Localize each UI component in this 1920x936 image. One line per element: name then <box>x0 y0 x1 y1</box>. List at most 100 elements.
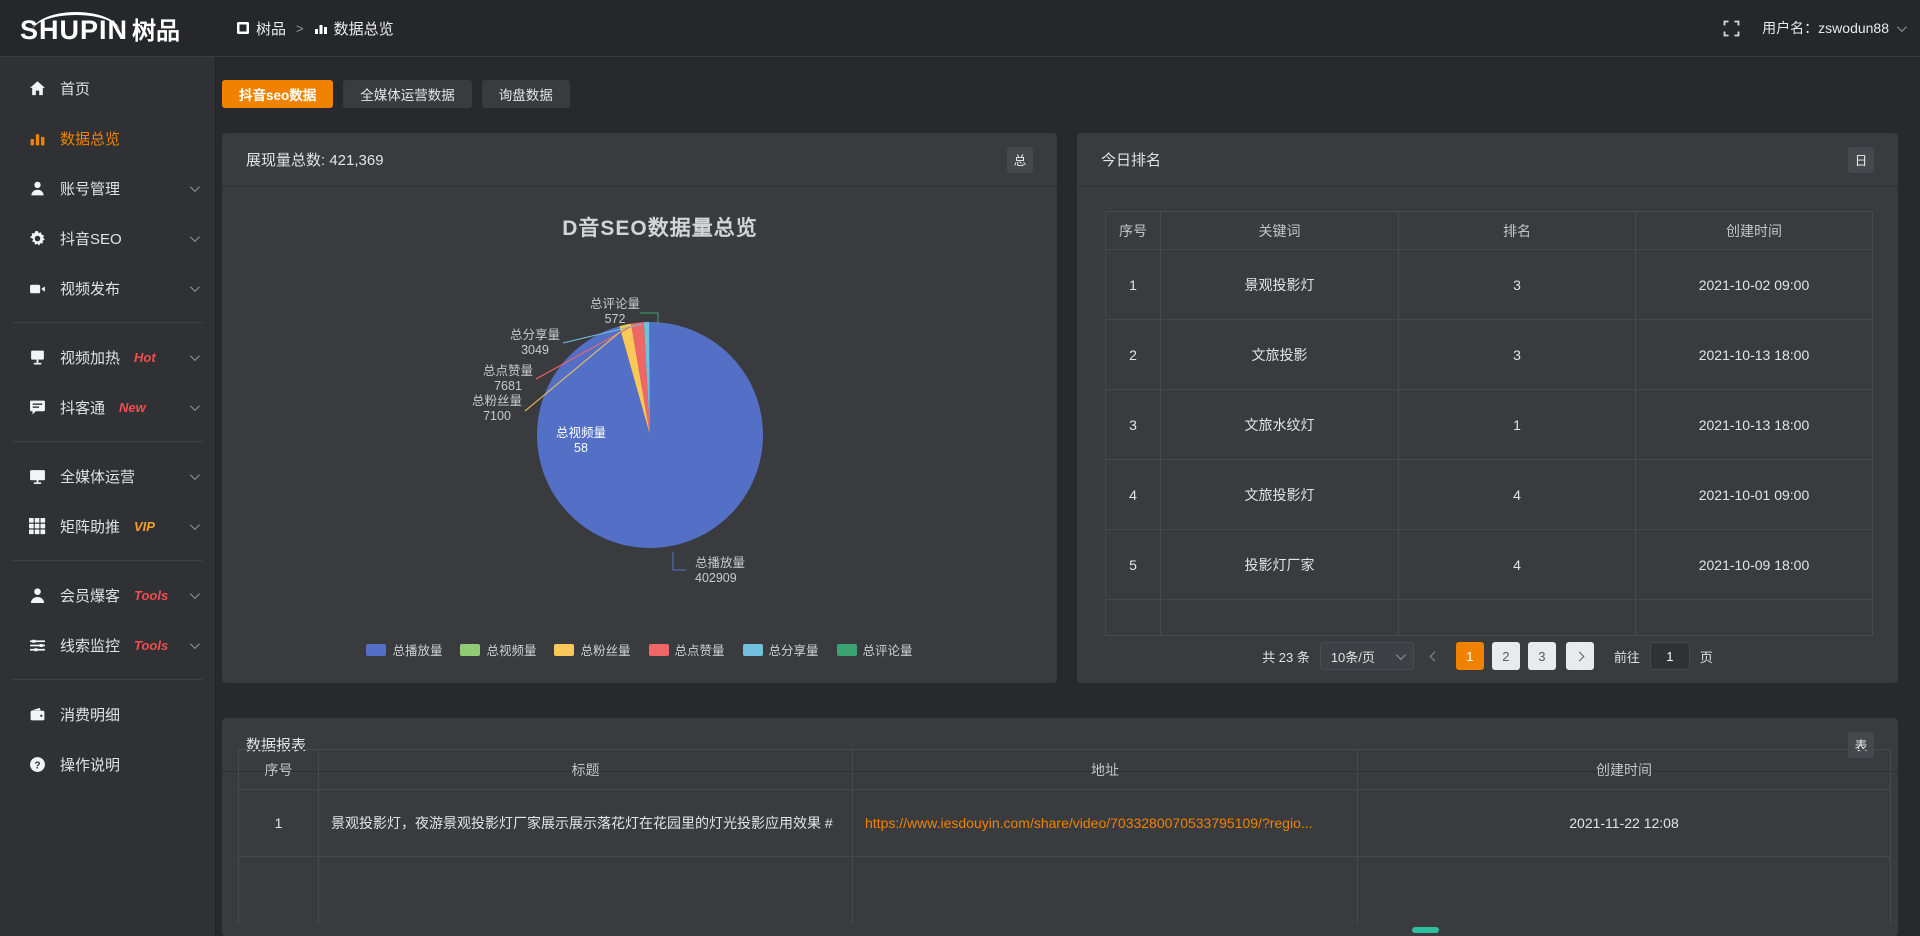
sidebar-item-tag: VIP <box>134 519 155 534</box>
rank-panel: 今日排名 日 序号关键词排名创建时间1景观投影灯32021-10-02 09:0… <box>1077 133 1898 683</box>
sidebar-item-11[interactable]: 消费明细 <box>0 689 215 739</box>
sidebar-item-3[interactable]: 抖音SEO <box>0 213 215 263</box>
legend-label: 总分享量 <box>769 640 819 659</box>
video-icon <box>28 279 46 297</box>
pie-label-videos: 总视频量58 <box>546 426 616 456</box>
person-icon <box>28 586 46 604</box>
sidebar-item-8[interactable]: 矩阵助推VIP <box>0 501 215 551</box>
sidebar-item-10[interactable]: 线索监控Tools <box>0 620 215 670</box>
table-cell: 5 <box>1106 530 1161 600</box>
row-link[interactable]: https://www.iesdouyin.com/share/video/70… <box>853 790 1358 857</box>
sidebar-item-5[interactable]: 视频加热Hot <box>0 332 215 382</box>
goto-page-input[interactable] <box>1650 642 1690 670</box>
sidebar-item-0[interactable]: 首页 <box>0 63 215 113</box>
username-dropdown[interactable]: 用户名：zswodun88 <box>1762 18 1904 38</box>
legend-item-5[interactable]: 总评论量 <box>837 640 913 659</box>
total-badge-button[interactable]: 总 <box>1007 147 1033 173</box>
sidebar-item-6[interactable]: 抖客通New <box>0 382 215 432</box>
table-row: 5投影灯厂家42021-10-09 18:00 <box>1106 530 1873 600</box>
app-root: SHUPIN 树品 树品 > 数据总览 用户名：zswodun88 首页数据 <box>0 0 1920 936</box>
legend-item-2[interactable]: 总粉丝量 <box>554 640 630 659</box>
page-button-3[interactable]: 3 <box>1528 642 1556 670</box>
legend-color-chip <box>366 644 386 656</box>
table-cell <box>853 857 1358 924</box>
sidebar-divider <box>12 441 203 442</box>
tab-2[interactable]: 询盘数据 <box>482 80 570 108</box>
table-cell: 2021-10-13 18:00 <box>1636 320 1873 390</box>
table-row: 2文旅投影32021-10-13 18:00 <box>1106 320 1873 390</box>
square-doc-icon <box>236 21 250 35</box>
sidebar-item-label: 视频发布 <box>60 278 120 299</box>
page-button-1[interactable]: 1 <box>1456 642 1484 670</box>
page-size-select[interactable]: 10条/页 <box>1320 642 1414 670</box>
question-icon: ? <box>28 755 46 773</box>
screen-icon <box>28 348 46 366</box>
pie-label-plays: 总播放量402909 <box>695 556 805 586</box>
table-cell: 1 <box>239 790 319 857</box>
column-header: 创建时间 <box>1358 750 1891 790</box>
tab-0[interactable]: 抖音seo数据 <box>222 80 333 108</box>
overview-panel-header: 展现量总数: 421,369 总 <box>222 133 1057 187</box>
impressions-total-label: 展现量总数: 421,369 <box>246 149 384 170</box>
monitor-icon <box>28 467 46 485</box>
table-header-row: 序号关键词排名创建时间 <box>1106 212 1873 250</box>
sidebar-item-tag: New <box>119 400 146 415</box>
pie-label-shares: 总分享量3049 <box>500 328 570 358</box>
table-cell: 2 <box>1106 320 1161 390</box>
table-cell: 4 <box>1106 460 1161 530</box>
tab-1[interactable]: 全媒体运营数据 <box>343 80 472 108</box>
prev-page-button[interactable] <box>1424 642 1446 670</box>
table-cell: 2021-10-02 09:00 <box>1636 250 1873 320</box>
legend-label: 总点赞量 <box>675 640 725 659</box>
sidebar-item-12[interactable]: ? 操作说明 <box>0 739 215 789</box>
pagination: 共 23 条 10条/页 123 前往 页 <box>1077 641 1898 671</box>
day-badge-button[interactable]: 日 <box>1848 147 1874 173</box>
table-cell: 1 <box>1106 250 1161 320</box>
table-cell: 3 <box>1399 320 1636 390</box>
user-area: 用户名：zswodun88 <box>1723 18 1904 38</box>
sidebar-item-label: 全媒体运营 <box>60 466 135 487</box>
pie-chart[interactable] <box>222 188 1057 683</box>
column-header: 序号 <box>1106 212 1161 250</box>
fullscreen-icon[interactable] <box>1723 20 1740 37</box>
sidebar-item-4[interactable]: 视频发布 <box>0 263 215 313</box>
sidebar-divider <box>12 679 203 680</box>
sidebar-item-2[interactable]: 账号管理 <box>0 163 215 213</box>
svg-text:?: ? <box>34 760 40 771</box>
table-cell: 文旅投影灯 <box>1161 460 1399 530</box>
legend-color-chip <box>554 644 574 656</box>
scrollbar-thumb[interactable] <box>1412 927 1439 933</box>
goto-unit: 页 <box>1700 647 1713 666</box>
legend-color-chip <box>460 644 480 656</box>
sidebar-item-label: 线索监控 <box>60 635 120 656</box>
sidebar-item-label: 账号管理 <box>60 178 120 199</box>
sidebar-item-1[interactable]: 数据总览 <box>0 113 215 163</box>
breadcrumb-root[interactable]: 树品 <box>236 18 286 39</box>
table-cell: 4 <box>1399 460 1636 530</box>
main-content: 抖音seo数据全媒体运营数据询盘数据 展现量总数: 421,369 总 D音SE… <box>216 57 1920 936</box>
sidebar-item-label: 操作说明 <box>60 754 120 775</box>
report-table: 序号标题地址创建时间1景观投影灯，夜游景观投影灯厂家展示展示落花灯在花园里的灯光… <box>238 749 1891 924</box>
empty-table-row <box>239 857 1891 924</box>
table-cell: 投影灯厂家 <box>1161 530 1399 600</box>
sidebar-item-7[interactable]: 全媒体运营 <box>0 451 215 501</box>
table-cell: 2021-10-09 18:00 <box>1636 530 1873 600</box>
page-button-2[interactable]: 2 <box>1492 642 1520 670</box>
breadcrumb-current[interactable]: 数据总览 <box>314 18 394 39</box>
next-page-button[interactable] <box>1566 642 1594 670</box>
sidebar-item-label: 视频加热 <box>60 347 120 368</box>
table-cell <box>1636 600 1873 636</box>
legend-label: 总播放量 <box>392 640 442 659</box>
legend-item-0[interactable]: 总播放量 <box>366 640 442 659</box>
legend-item-1[interactable]: 总视频量 <box>460 640 536 659</box>
table-cell: 文旅水纹灯 <box>1161 390 1399 460</box>
wallet-icon <box>28 705 46 723</box>
legend-item-3[interactable]: 总点赞量 <box>649 640 725 659</box>
chevron-down-icon <box>190 282 200 292</box>
legend-item-4[interactable]: 总分享量 <box>743 640 819 659</box>
sidebar-item-9[interactable]: 会员爆客Tools <box>0 570 215 620</box>
data-tabs: 抖音seo数据全媒体运营数据询盘数据 <box>222 80 570 108</box>
table-cell: 2021-10-01 09:00 <box>1636 460 1873 530</box>
table-cell: 2021-11-22 12:08 <box>1358 790 1891 857</box>
chevron-down-icon <box>190 520 200 530</box>
